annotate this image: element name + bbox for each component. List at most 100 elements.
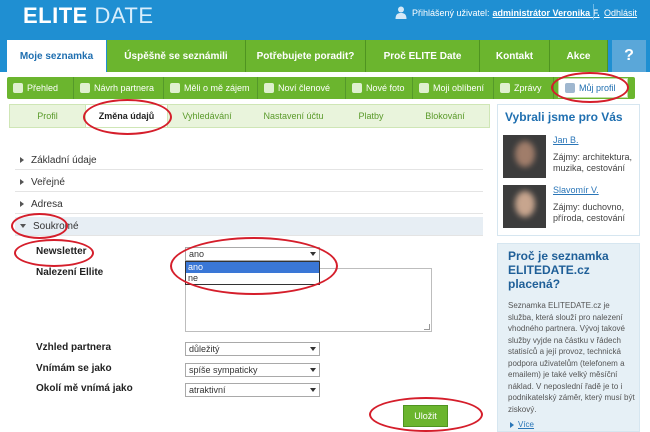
okoli-select[interactable]: atraktivní bbox=[185, 383, 320, 397]
section-verejne[interactable]: Veřejné bbox=[15, 173, 483, 192]
tab-vyhledavani[interactable]: Vyhledávání bbox=[168, 105, 246, 127]
profile-name[interactable]: Slavomír V. bbox=[553, 185, 599, 195]
why-paid-box: Proč je seznamka ELITEDATE.cz placená? S… bbox=[497, 243, 640, 432]
sub-nav: Přehled Návrh partnera Měli o mě zájem N… bbox=[7, 77, 635, 99]
resize-handle-icon[interactable] bbox=[424, 324, 430, 330]
chevron-down-icon bbox=[310, 252, 316, 256]
section-label: Adresa bbox=[31, 198, 63, 210]
more-link[interactable]: Více bbox=[510, 420, 534, 429]
profile-card[interactable]: Slavomír V. Zájmy: duchovno, příroda, ce… bbox=[503, 185, 638, 231]
triangle-right-icon bbox=[20, 201, 24, 207]
logged-in-label: Přihlášený uživatel: bbox=[412, 7, 490, 18]
message-icon bbox=[500, 83, 510, 93]
save-button[interactable]: Uložit bbox=[403, 405, 448, 427]
avatar[interactable] bbox=[503, 185, 546, 228]
users-icon bbox=[264, 83, 274, 93]
triangle-right-icon bbox=[20, 179, 24, 185]
okoli-value: atraktivní bbox=[189, 385, 226, 395]
subnav-oblibeni[interactable]: Moji oblíbení bbox=[413, 77, 494, 99]
profile-interests: Zájmy: duchovno, příroda, cestování bbox=[553, 202, 626, 223]
profile-interests: Zájmy: architektura, muzika, cestování bbox=[553, 152, 633, 173]
profile-tabs: Profil Změna údajů Vyhledávání Nastavení… bbox=[9, 104, 490, 128]
newsletter-option[interactable]: ne bbox=[186, 273, 319, 284]
picked-title: Vybrali jsme pro Vás bbox=[505, 110, 623, 124]
vnimam-label: Vnímám se jako bbox=[36, 363, 112, 374]
main-nav-kontakt[interactable]: Kontakt bbox=[480, 40, 550, 72]
divider bbox=[593, 4, 594, 20]
subnav-novi-clenove[interactable]: Noví členové bbox=[258, 77, 346, 99]
avatar[interactable] bbox=[503, 135, 546, 178]
logo-date: DATE bbox=[94, 3, 154, 28]
subnav-zpravy[interactable]: Zprávy bbox=[494, 77, 554, 99]
why-paid-title: Proč je seznamka ELITEDATE.cz placená? bbox=[508, 249, 609, 291]
subnav-navrh-label: Návrh partnera bbox=[94, 83, 155, 93]
subnav-muj-profil[interactable]: Můj profil bbox=[558, 78, 628, 98]
overview-icon bbox=[13, 83, 23, 93]
heart-icon bbox=[419, 83, 429, 93]
newsletter-value: ano bbox=[189, 249, 205, 259]
subnav-profil-label: Můj profil bbox=[579, 83, 616, 93]
main-nav-poradit[interactable]: Potřebujete poradit? bbox=[246, 40, 366, 72]
triangle-right-icon bbox=[20, 157, 24, 163]
subnav-nove-foto[interactable]: Nové foto bbox=[346, 77, 413, 99]
tab-blokovani[interactable]: Blokování bbox=[401, 105, 489, 127]
help-button[interactable]: ? bbox=[612, 40, 646, 72]
newsletter-label: Newsletter bbox=[36, 246, 87, 257]
main-nav-moje-seznamka[interactable]: Moje seznamka bbox=[7, 40, 106, 72]
subnav-prehled-label: Přehled bbox=[27, 83, 59, 93]
logged-in-user: Přihlášený uživatel: administrátor Veron… bbox=[395, 6, 600, 19]
subnav-zajem[interactable]: Měli o mě zájem bbox=[164, 77, 258, 99]
section-zakladni-udaje[interactable]: Základní údaje bbox=[15, 151, 483, 170]
subnav-zpravy-label: Zprávy bbox=[514, 83, 542, 93]
subnav-foto-label: Nové foto bbox=[366, 83, 405, 93]
subnav-prehled[interactable]: Přehled bbox=[7, 77, 74, 99]
vzhled-label: Vzhled partnera bbox=[36, 342, 112, 353]
camera-icon bbox=[352, 83, 362, 93]
vnimam-select[interactable]: spíše sympaticky bbox=[185, 363, 320, 377]
section-label: Základní údaje bbox=[31, 154, 97, 166]
tab-platby[interactable]: Platby bbox=[341, 105, 401, 127]
main-nav-proc-elite[interactable]: Proč ELITE Date bbox=[366, 40, 480, 72]
section-adresa[interactable]: Adresa bbox=[15, 195, 483, 214]
chevron-down-icon bbox=[310, 347, 316, 351]
nalezeni-label: Nalezení Ellite bbox=[36, 267, 104, 278]
subnav-navrh-partnera[interactable]: Návrh partnera bbox=[74, 77, 164, 99]
main-nav-akce[interactable]: Akce bbox=[550, 40, 608, 72]
profile-card[interactable]: Jan B. Zájmy: architektura, muzika, cest… bbox=[503, 135, 638, 181]
newsletter-select[interactable]: ano bbox=[185, 247, 320, 261]
picked-for-you-box: Vybrali jsme pro Vás Jan B. Zájmy: archi… bbox=[497, 104, 640, 236]
subnav-zajem-label: Měli o mě zájem bbox=[184, 83, 250, 93]
tab-zmena-udaju[interactable]: Změna údajů bbox=[85, 105, 168, 127]
section-label: Soukromé bbox=[33, 220, 79, 232]
okoli-label: Okolí mě vnímá jako bbox=[36, 383, 133, 394]
vnimam-value: spíše sympaticky bbox=[189, 365, 258, 375]
site-logo[interactable]: ELITE DATE bbox=[23, 3, 154, 29]
person-icon bbox=[80, 83, 90, 93]
chevron-down-icon bbox=[310, 368, 316, 372]
vzhled-select[interactable]: důležitý bbox=[185, 342, 320, 356]
tab-profil[interactable]: Profil bbox=[10, 105, 85, 127]
user-icon bbox=[395, 6, 407, 19]
subnav-oblibeni-label: Moji oblíbení bbox=[433, 83, 485, 93]
why-paid-text: Seznamka ELITEDATE.cz je služba, která s… bbox=[508, 301, 635, 414]
chevron-down-icon bbox=[310, 388, 316, 392]
vzhled-value: důležitý bbox=[189, 344, 220, 354]
main-nav-uspesne[interactable]: Úspěšně se seznámili bbox=[107, 40, 246, 72]
newsletter-dropdown[interactable]: ano ne bbox=[185, 261, 320, 285]
logo-elite: ELITE bbox=[23, 3, 88, 28]
pencil-icon bbox=[565, 83, 575, 93]
thumbs-up-icon bbox=[170, 83, 180, 93]
section-soukrome[interactable]: Soukromé bbox=[15, 217, 483, 236]
section-label: Veřejné bbox=[31, 176, 65, 188]
more-label: Více bbox=[518, 420, 535, 429]
tab-nastaveni-uctu[interactable]: Nastavení účtu bbox=[246, 105, 341, 127]
arrow-right-icon bbox=[510, 421, 514, 428]
triangle-down-icon bbox=[20, 224, 26, 228]
logged-in-username[interactable]: administrátor Veronika F. bbox=[493, 8, 600, 18]
profile-name[interactable]: Jan B. bbox=[553, 135, 579, 145]
subnav-novi-label: Noví členové bbox=[278, 83, 331, 93]
main-nav: Moje seznamka Úspěšně se seznámili Potře… bbox=[0, 38, 650, 72]
newsletter-option[interactable]: ano bbox=[186, 262, 319, 273]
top-header: ELITE DATE Přihlášený uživatel: administ… bbox=[0, 0, 650, 38]
logout-link[interactable]: Odhlásit bbox=[604, 8, 637, 18]
